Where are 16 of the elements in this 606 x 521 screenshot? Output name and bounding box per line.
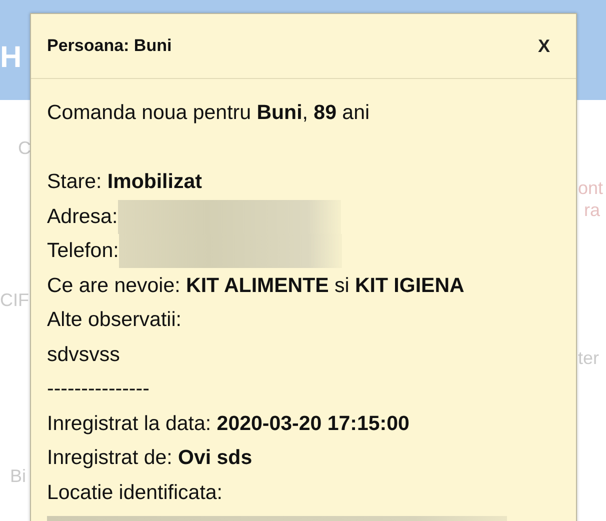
field-label: Adresa: [47,204,118,229]
info-text: Locatie identificata: [47,480,223,505]
info-text: Inregistrat de: Ovi sds [47,446,252,470]
info-text: Comanda noua pentru Buni, 89 ani [47,101,370,126]
background-text: ont [578,178,604,198]
info-text: Inregistrat la data: 2020-03-20 17:15:00 [47,412,410,436]
info-text: --------------- [47,377,150,402]
info-text: sdvsvss [47,342,120,367]
close-button[interactable]: X [538,36,550,56]
info-text: Stare: Imobilizat [47,170,202,194]
background-text: H [0,48,22,68]
dialog-title: Persoana: Buni [47,36,172,56]
info-text: Alte observatii: [47,308,182,332]
info-text: Ce are nevoie: KIT ALIMENTE si KIT IGIENA [47,274,464,298]
background-text: ra [584,200,600,220]
field-label: Telefon: [47,239,119,264]
